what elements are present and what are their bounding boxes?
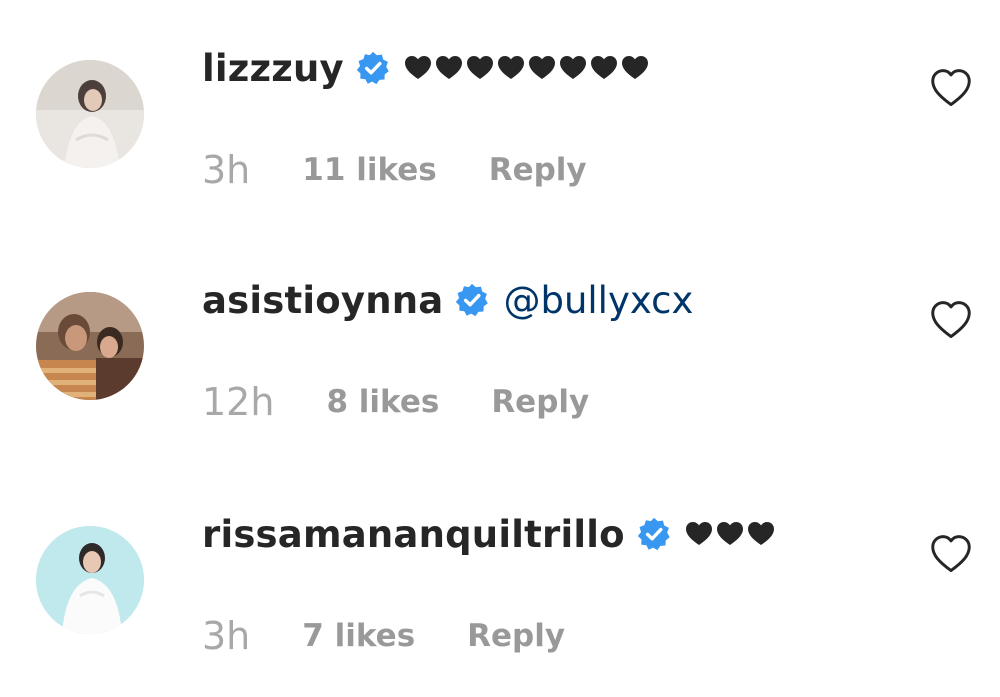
black-heart-icon <box>497 55 525 81</box>
comment-text <box>685 521 775 547</box>
heart-outline-icon[interactable] <box>930 534 972 574</box>
mention-link[interactable]: @bullyxcx <box>503 279 693 322</box>
verified-badge-icon <box>455 283 489 317</box>
timestamp[interactable]: 3h <box>202 148 250 192</box>
username[interactable]: lizzzuy <box>202 47 344 90</box>
black-heart-icon <box>716 521 744 547</box>
reply-button[interactable]: Reply <box>467 618 565 654</box>
heart-outline-icon[interactable] <box>930 300 972 340</box>
black-heart-icon <box>559 55 587 81</box>
reply-button[interactable]: Reply <box>489 152 587 188</box>
black-heart-icon <box>747 521 775 547</box>
black-heart-icon <box>621 55 649 81</box>
comment-meta: 3h 11 likes Reply <box>202 140 587 200</box>
black-heart-icon <box>404 55 432 81</box>
verified-badge-icon <box>356 51 390 85</box>
timestamp[interactable]: 12h <box>202 380 274 424</box>
username[interactable]: asistioynna <box>202 279 443 322</box>
comment-meta: 12h 8 likes Reply <box>202 372 589 432</box>
black-heart-icon <box>466 55 494 81</box>
comment-item: asistioynna @bullyxcx 12h 8 likes Reply <box>0 232 1000 432</box>
comment-item: lizzzuy 3h 11 likes Reply <box>0 0 1000 200</box>
avatar[interactable] <box>36 292 144 400</box>
verified-badge-icon <box>637 517 671 551</box>
reply-button[interactable]: Reply <box>491 384 589 420</box>
comment-header: rissamananquiltrillo <box>202 502 775 566</box>
black-heart-icon <box>590 55 618 81</box>
comment-header: lizzzuy <box>202 36 649 100</box>
username[interactable]: rissamananquiltrillo <box>202 513 625 556</box>
black-heart-icon <box>435 55 463 81</box>
likes-count[interactable]: 7 likes <box>302 618 415 654</box>
likes-count[interactable]: 11 likes <box>302 152 436 188</box>
black-heart-icon <box>685 521 713 547</box>
heart-outline-icon[interactable] <box>930 68 972 108</box>
likes-count[interactable]: 8 likes <box>326 384 439 420</box>
comment-text <box>404 55 649 81</box>
avatar[interactable] <box>36 526 144 634</box>
comment-item: rissamananquiltrillo 3h 7 likes Reply <box>0 466 1000 666</box>
avatar[interactable] <box>36 60 144 168</box>
comment-meta: 3h 7 likes Reply <box>202 606 565 666</box>
black-heart-icon <box>528 55 556 81</box>
timestamp[interactable]: 3h <box>202 614 250 658</box>
comment-header: asistioynna @bullyxcx <box>202 268 693 332</box>
